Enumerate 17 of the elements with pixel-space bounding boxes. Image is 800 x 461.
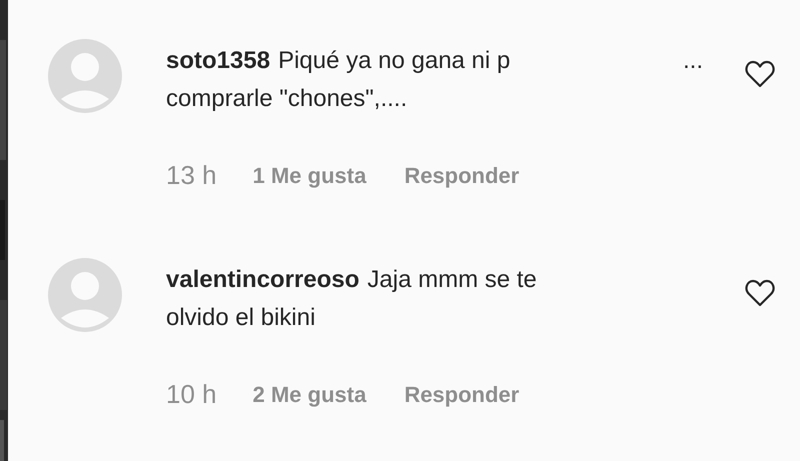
comment-time: 10 h bbox=[166, 378, 217, 411]
username[interactable]: soto1358 bbox=[166, 42, 270, 80]
heart-icon[interactable] bbox=[745, 60, 775, 88]
comment-text: olvido el bikini bbox=[166, 303, 316, 333]
avatar-icon bbox=[47, 38, 123, 114]
username[interactable]: valentincorreoso bbox=[166, 261, 360, 299]
heart-icon[interactable] bbox=[745, 279, 775, 307]
comment-text: Jaja mmm se te bbox=[367, 265, 537, 295]
comment-text: comprarle "chones",.... bbox=[166, 84, 408, 114]
avatar-icon bbox=[47, 257, 123, 333]
comment-text: Piqué ya no gana ni p bbox=[278, 46, 510, 76]
more-button[interactable]: ... bbox=[682, 51, 703, 71]
likes-count[interactable]: 1 Me gusta bbox=[252, 159, 366, 192]
comment-time: 13 h bbox=[166, 159, 217, 192]
reply-button[interactable]: Responder bbox=[404, 378, 520, 411]
likes-count[interactable]: 2 Me gusta bbox=[252, 378, 366, 411]
reply-button[interactable]: Responder bbox=[404, 159, 520, 192]
